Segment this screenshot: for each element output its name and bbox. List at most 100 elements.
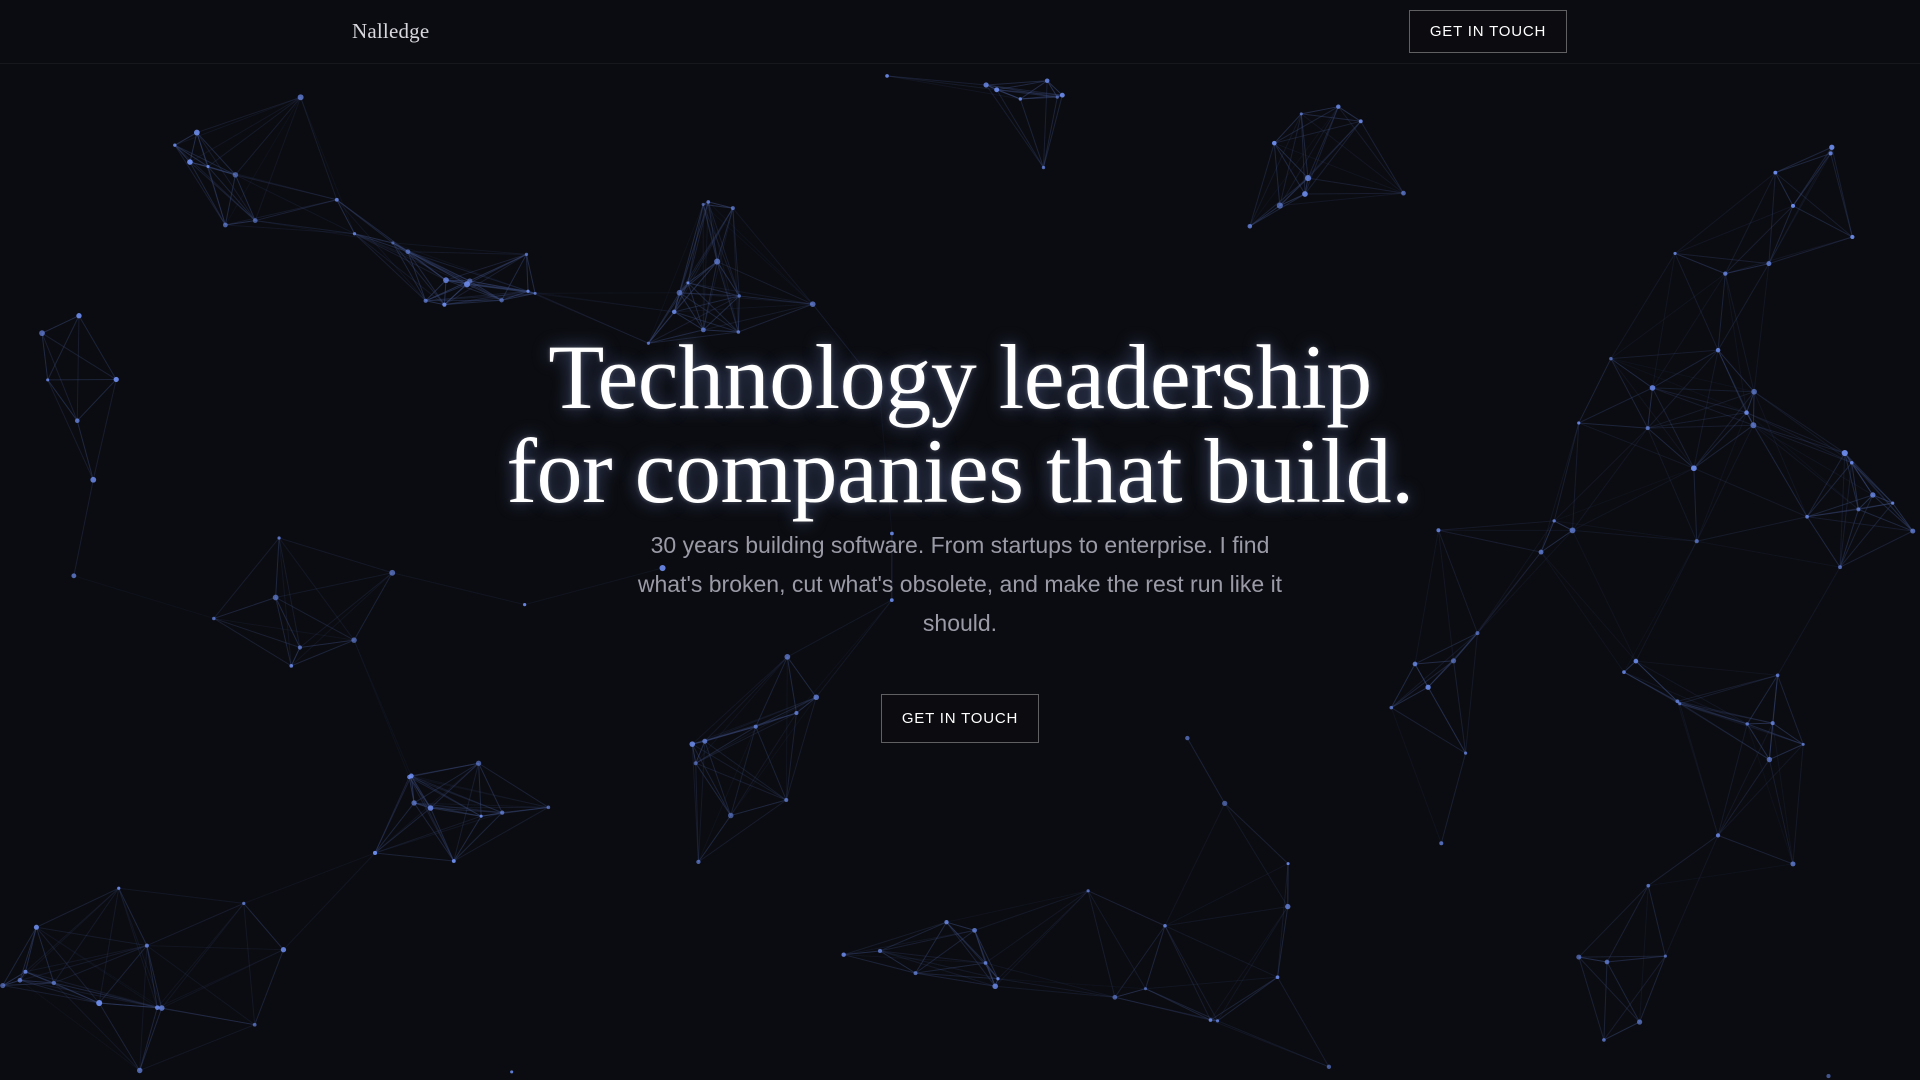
network-edge bbox=[1164, 925, 1218, 1022]
network-edge bbox=[695, 656, 788, 764]
network-node bbox=[533, 291, 537, 295]
network-edge bbox=[1717, 759, 1770, 836]
network-node bbox=[144, 943, 149, 948]
network-edge bbox=[161, 949, 284, 1009]
network-edge bbox=[1249, 113, 1302, 227]
network-node bbox=[701, 202, 705, 206]
network-node bbox=[17, 977, 23, 983]
network-node bbox=[1112, 994, 1118, 1000]
network-node bbox=[297, 645, 303, 650]
network-edge bbox=[1390, 632, 1478, 709]
network-edge bbox=[478, 763, 482, 817]
network-edge bbox=[1578, 956, 1605, 1041]
network-edge bbox=[1623, 660, 1637, 673]
network-edge bbox=[1273, 143, 1281, 206]
network-edge bbox=[785, 697, 817, 801]
network-edge bbox=[1677, 700, 1804, 745]
network-edge bbox=[739, 295, 813, 305]
network-edge bbox=[915, 962, 986, 974]
network-node bbox=[475, 760, 482, 766]
network-node bbox=[297, 94, 304, 101]
network-edge bbox=[207, 166, 256, 221]
network-node bbox=[1276, 202, 1283, 209]
network-node bbox=[442, 302, 447, 307]
network-edge bbox=[1217, 976, 1278, 1022]
network-node bbox=[809, 301, 816, 307]
network-edge bbox=[887, 75, 987, 86]
network-node bbox=[1673, 251, 1677, 256]
network-edge bbox=[36, 926, 147, 947]
network-edge bbox=[156, 903, 245, 1008]
network-edge bbox=[1677, 700, 1773, 724]
network-node bbox=[427, 805, 434, 811]
network-edge bbox=[1390, 660, 1454, 709]
network-edge bbox=[283, 852, 376, 951]
network-edge bbox=[732, 207, 814, 305]
network-edge bbox=[146, 902, 244, 947]
network-node bbox=[983, 961, 988, 965]
network-node bbox=[33, 924, 39, 930]
network-node bbox=[117, 886, 121, 890]
network-edge bbox=[1603, 955, 1666, 1041]
network-edge bbox=[1210, 976, 1278, 1021]
network-node bbox=[1723, 271, 1728, 276]
network-edge bbox=[698, 815, 732, 863]
network-node bbox=[1326, 1064, 1332, 1069]
network-edge bbox=[997, 890, 1089, 980]
network-edge bbox=[254, 97, 302, 221]
network-node bbox=[1790, 203, 1796, 208]
network-edge bbox=[36, 926, 100, 1004]
site-header: Nalledge GET IN TOUCH bbox=[0, 0, 1920, 64]
network-edge bbox=[1304, 192, 1404, 195]
network-edge bbox=[1186, 737, 1226, 804]
network-node bbox=[1055, 95, 1059, 99]
network-node bbox=[1086, 889, 1090, 893]
network-edge bbox=[679, 292, 813, 305]
network-node bbox=[405, 249, 411, 255]
network-edge bbox=[679, 204, 704, 293]
header-get-in-touch-button[interactable]: GET IN TOUCH bbox=[1409, 10, 1567, 53]
network-node bbox=[352, 232, 357, 236]
brand-logo[interactable]: Nalledge bbox=[352, 19, 429, 44]
network-edge bbox=[1307, 177, 1404, 194]
network-edge bbox=[1768, 759, 1794, 865]
network-node bbox=[1715, 833, 1721, 838]
hero-get-in-touch-button[interactable]: GET IN TOUCH bbox=[881, 694, 1039, 743]
network-node bbox=[1247, 223, 1253, 229]
network-edge bbox=[1664, 835, 1719, 957]
network-node bbox=[280, 947, 287, 953]
network-node bbox=[1826, 1074, 1831, 1079]
network-edge bbox=[1360, 121, 1404, 194]
network-edge bbox=[161, 903, 245, 1009]
network-edge bbox=[535, 292, 680, 294]
network-node bbox=[686, 281, 690, 285]
network-node bbox=[944, 920, 949, 925]
network-node bbox=[737, 294, 741, 298]
network-edge bbox=[1747, 722, 1773, 725]
network-edge bbox=[1087, 890, 1166, 927]
network-edge bbox=[255, 199, 337, 222]
network-edge bbox=[1114, 925, 1166, 998]
network-edge bbox=[1164, 803, 1226, 926]
network-edge bbox=[207, 96, 301, 167]
network-node bbox=[242, 901, 246, 905]
network-edge bbox=[53, 982, 162, 1009]
network-edge bbox=[786, 656, 797, 714]
network-edge bbox=[234, 174, 256, 221]
network-node bbox=[423, 298, 428, 303]
network-edge bbox=[679, 207, 734, 293]
network-node bbox=[391, 241, 395, 245]
network-node bbox=[1143, 987, 1148, 991]
network-node bbox=[1059, 92, 1065, 98]
network-edge bbox=[1775, 172, 1853, 238]
network-node bbox=[222, 222, 228, 228]
network-node bbox=[499, 297, 504, 303]
network-edge bbox=[407, 251, 502, 301]
network-node bbox=[1850, 234, 1855, 240]
network-node bbox=[76, 313, 82, 319]
network-node bbox=[206, 164, 210, 169]
network-edge bbox=[255, 220, 355, 235]
network-edge bbox=[946, 890, 1089, 923]
network-edge bbox=[1087, 890, 1116, 998]
network-edge bbox=[1279, 106, 1339, 206]
